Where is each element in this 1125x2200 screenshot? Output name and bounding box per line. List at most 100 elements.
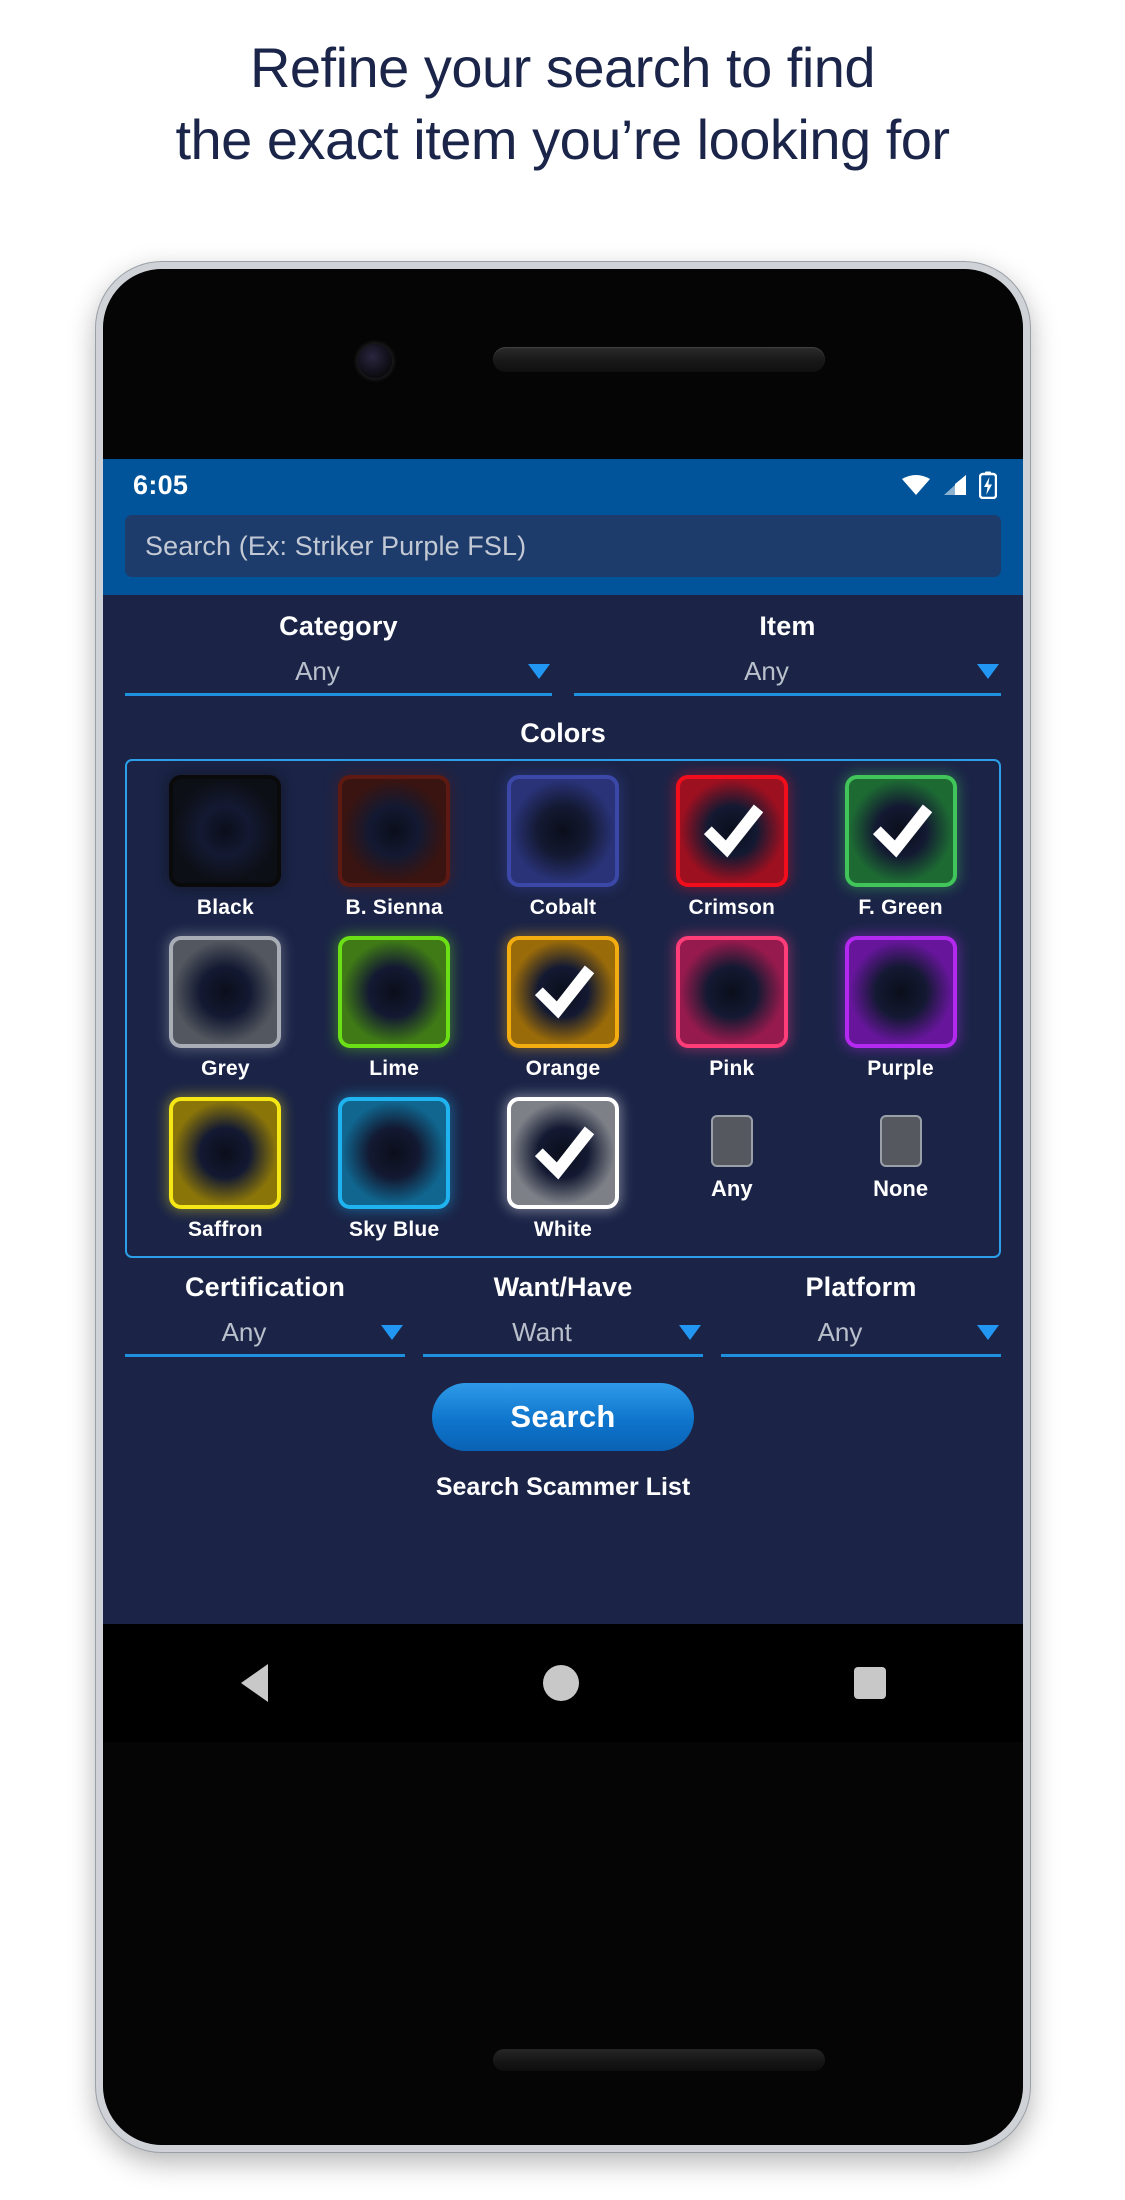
color-swatch[interactable] [506,775,619,887]
color-label: Crimson [688,896,776,919]
chevron-down-icon [528,664,550,679]
filter-want-have-value: Want [512,1317,572,1347]
color-swatch[interactable] [338,1097,451,1209]
filter-category-value: Any [295,656,340,686]
color-option-grey[interactable]: Grey [141,936,310,1081]
top-filter-row: Category Any Item Any [125,595,1001,696]
bottom-speaker-icon [493,2049,825,2071]
color-option-b-sienna[interactable]: B. Sienna [310,775,479,920]
search-button[interactable]: Search [432,1383,694,1451]
color-option-f-green[interactable]: F. Green [816,775,985,920]
checkbox[interactable] [710,1115,753,1167]
filter-want-have-label: Want/Have [493,1272,633,1302]
color-label: B. Sienna [345,896,443,919]
search-scammer-list-link[interactable]: Search Scammer List [125,1473,1001,1502]
color-swatch[interactable] [338,775,451,887]
chevron-down-icon [381,1325,403,1340]
colors-section-title: Colors [520,718,606,748]
color-swatch[interactable] [338,936,451,1048]
colors-row: Black B. Sienna Cobalt Crimson F. Green [141,775,985,920]
color-swatch[interactable] [169,775,282,887]
color-option-pink[interactable]: Pink [647,936,816,1081]
color-option-crimson[interactable]: Crimson [647,775,816,920]
color-label: Pink [709,1057,755,1080]
color-label: Saffron [187,1218,263,1241]
color-option-sky-blue[interactable]: Sky Blue [310,1097,479,1242]
color-option-white[interactable]: White [479,1097,648,1242]
filter-item: Item Any [574,611,1001,696]
color-swatch[interactable] [675,936,788,1048]
color-swatch[interactable] [844,775,957,887]
color-label: Sky Blue [349,1218,440,1241]
color-swatch[interactable] [844,936,957,1048]
filter-platform-value: Any [817,1317,863,1347]
color-option-none[interactable]: None [816,1097,985,1242]
color-label: F. Green [858,896,943,919]
filter-want-have-select[interactable]: Want [423,1311,703,1357]
colors-row: Saffron Sky Blue White Any None [141,1097,985,1242]
color-option-orange[interactable]: Orange [479,936,648,1081]
colors-grid: Black B. Sienna Cobalt Crimson F. Green … [125,759,1001,1258]
recents-nav-icon[interactable] [853,1667,886,1699]
checkbox[interactable] [879,1115,922,1167]
filter-certification: Certification Any [125,1272,405,1357]
filter-platform: Platform Any [721,1272,1001,1357]
checkmark-icon [703,804,763,858]
filter-certification-label: Certification [184,1272,346,1302]
color-option-purple[interactable]: Purple [816,936,985,1081]
color-option-black[interactable]: Black [141,775,310,920]
checkmark-icon [534,965,595,1019]
color-option-lime[interactable]: Lime [310,936,479,1081]
phone-screen: 6:05 Search (Ex: Striker Purple FSL) Cat… [103,459,1023,1624]
page-title: Refine your search to find the exact ite… [0,37,1125,172]
checkmark-icon [534,1126,595,1180]
color-label: None [873,1176,929,1201]
page-title-line2: the exact item you’re looking for [175,108,950,172]
color-swatch[interactable] [506,936,619,1048]
search-input-placeholder: Search (Ex: Striker Purple FSL) [145,530,527,561]
color-label: White [533,1218,593,1241]
cell-signal-icon [942,473,968,497]
filter-category: Category Any [125,611,552,696]
color-option-cobalt[interactable]: Cobalt [479,775,648,920]
back-nav-icon[interactable] [240,1664,268,1702]
filter-item-label: Item [759,611,816,641]
color-swatch[interactable] [169,1097,282,1209]
chevron-down-icon [679,1325,701,1340]
checkmark-icon [872,804,932,858]
color-label: Lime [369,1057,420,1080]
filter-form: Category Any Item Any Colors Black B. Si… [103,595,1023,1502]
color-label: Purple [867,1057,934,1080]
color-swatch[interactable] [675,775,788,887]
color-label: Grey [201,1057,250,1080]
home-nav-icon[interactable] [542,1665,579,1701]
filter-platform-select[interactable]: Any [721,1311,1001,1357]
search-input[interactable]: Search (Ex: Striker Purple FSL) [125,515,1001,577]
battery-charging-icon [979,471,997,499]
filter-certification-value: Any [221,1317,267,1347]
filter-category-select[interactable]: Any [125,650,552,696]
search-bar-container: Search (Ex: Striker Purple FSL) [103,511,1023,595]
filter-certification-select[interactable]: Any [125,1311,405,1357]
status-bar: 6:05 [103,459,1023,511]
color-swatch[interactable] [506,1097,619,1209]
filter-category-label: Category [279,611,398,641]
color-option-any[interactable]: Any [647,1097,816,1242]
earpiece-speaker-icon [493,347,825,372]
status-bar-icons [901,471,997,499]
filter-want-have: Want/Have Want [423,1272,703,1357]
wifi-icon [901,473,931,497]
phone-mockup: 6:05 Search (Ex: Striker Purple FSL) Cat… [96,262,1030,2152]
chevron-down-icon [977,664,999,679]
color-label: Orange [525,1057,601,1080]
color-label: Cobalt [529,896,597,919]
color-label: Black [196,896,254,919]
filter-item-select[interactable]: Any [574,650,1001,696]
color-label: Any [711,1176,753,1201]
color-option-saffron[interactable]: Saffron [141,1097,310,1242]
front-camera-icon [358,344,392,378]
color-swatch[interactable] [169,936,282,1048]
search-action-area: Search [125,1383,1001,1451]
bottom-filter-row: Certification Any Want/Have Want Platfor… [125,1258,1001,1357]
status-bar-clock: 6:05 [133,469,189,500]
